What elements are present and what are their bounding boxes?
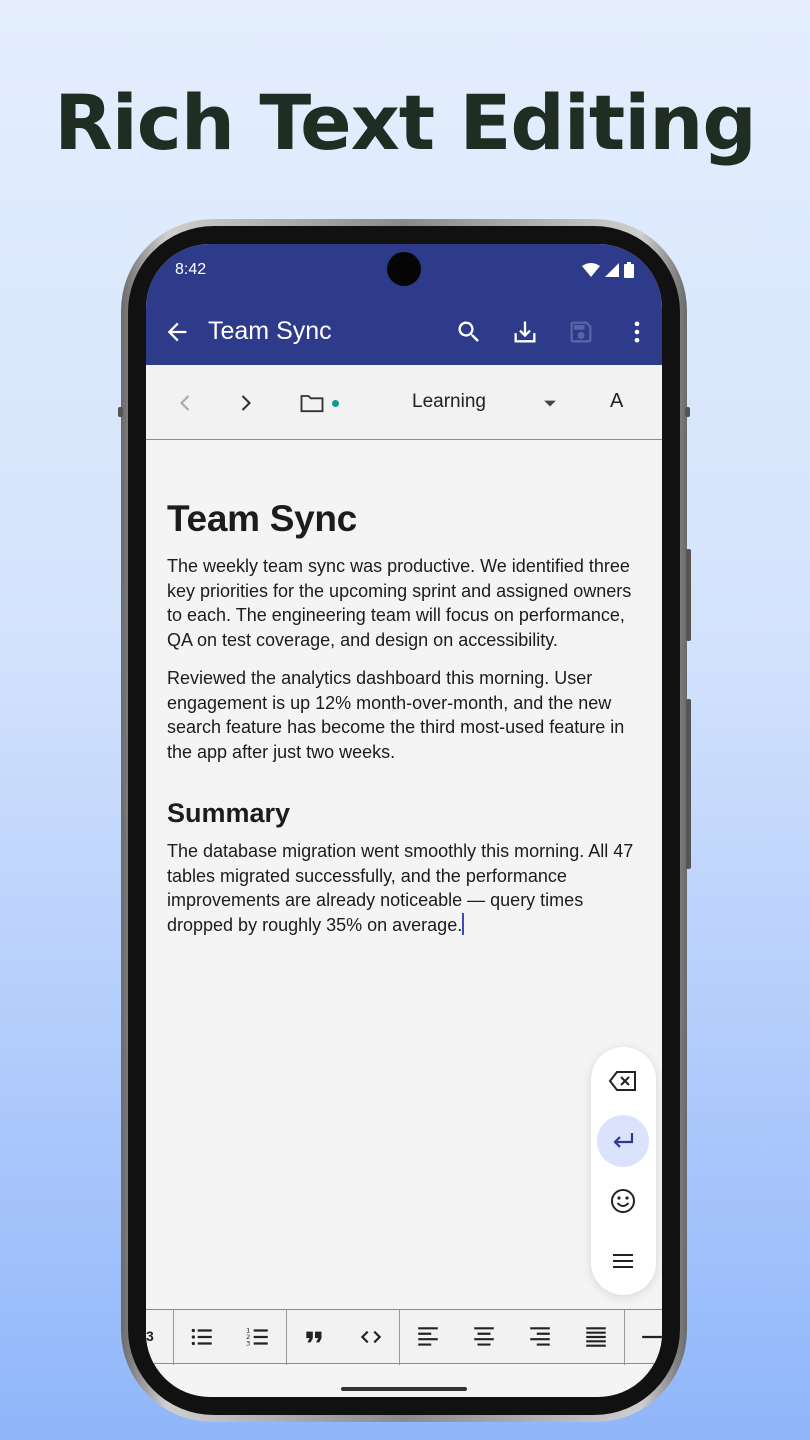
save-icon[interactable] <box>567 318 595 346</box>
enter-icon <box>613 1133 634 1148</box>
status-icons <box>582 262 634 278</box>
chevron-left-icon[interactable] <box>171 389 199 417</box>
headline: Rich Text Editing <box>54 78 757 167</box>
chevron-right-icon[interactable] <box>232 389 260 417</box>
emoji-icon <box>611 1189 635 1213</box>
section-heading[interactable]: Summary <box>167 798 645 829</box>
svg-text:3: 3 <box>246 1340 250 1348</box>
app-bar-title: Team Sync <box>208 317 332 345</box>
backspace-icon <box>608 1071 636 1091</box>
enter-button[interactable] <box>597 1115 649 1167</box>
paragraph[interactable]: The weekly team sync was productive. We … <box>167 554 645 652</box>
notebook-nav-bar: Learning A <box>146 365 662 440</box>
align-left-icon[interactable] <box>415 1324 441 1350</box>
app-screen: 8:42 Team Sync Learning A Team Sync The … <box>146 244 662 1397</box>
status-time: 8:42 <box>175 261 207 278</box>
dropdown-icon[interactable] <box>536 389 564 417</box>
font-button[interactable]: A <box>610 390 623 413</box>
folder-icon[interactable] <box>298 389 326 417</box>
download-icon[interactable] <box>511 318 539 346</box>
app-bar: 8:42 Team Sync <box>146 244 662 365</box>
numbered-list-icon[interactable]: 123 <box>245 1324 271 1350</box>
paragraph[interactable]: The database migration went smoothly thi… <box>167 839 645 937</box>
back-arrow-icon[interactable] <box>163 318 191 346</box>
horizontal-rule-icon[interactable] <box>640 1324 662 1350</box>
phone-frame: 8:42 Team Sync Learning A Team Sync The … <box>118 219 691 1422</box>
align-right-icon[interactable] <box>527 1324 553 1350</box>
quick-actions-panel <box>591 1047 656 1295</box>
wifi-icon <box>582 263 600 277</box>
home-indicator[interactable] <box>341 1387 467 1391</box>
paragraph-text: The database migration went smoothly thi… <box>167 841 634 935</box>
formatting-toolbar: 3 123 <box>146 1309 662 1365</box>
backspace-button[interactable] <box>597 1055 649 1107</box>
align-center-icon[interactable] <box>471 1324 497 1350</box>
document-title[interactable]: Team Sync <box>167 498 645 540</box>
battery-icon <box>624 262 634 278</box>
camera-cutout <box>387 252 421 286</box>
menu-button[interactable] <box>597 1235 649 1287</box>
text-cursor <box>462 912 465 935</box>
code-icon[interactable] <box>358 1324 384 1350</box>
sync-status-dot <box>332 400 339 407</box>
align-justify-icon[interactable] <box>583 1324 609 1350</box>
heading-3-button[interactable]: 3 <box>146 1328 154 1344</box>
emoji-button[interactable] <box>597 1175 649 1227</box>
paragraph[interactable]: Reviewed the analytics dashboard this mo… <box>167 666 645 764</box>
signal-icon <box>605 263 619 277</box>
search-icon[interactable] <box>455 318 483 346</box>
bullet-list-icon[interactable] <box>189 1324 215 1350</box>
menu-icon <box>613 1254 633 1268</box>
document-editor[interactable]: Team Sync The weekly team sync was produ… <box>167 498 645 951</box>
quote-icon[interactable] <box>302 1324 328 1350</box>
notebook-selector[interactable]: Learning <box>412 391 486 413</box>
more-vert-icon[interactable] <box>623 318 651 346</box>
